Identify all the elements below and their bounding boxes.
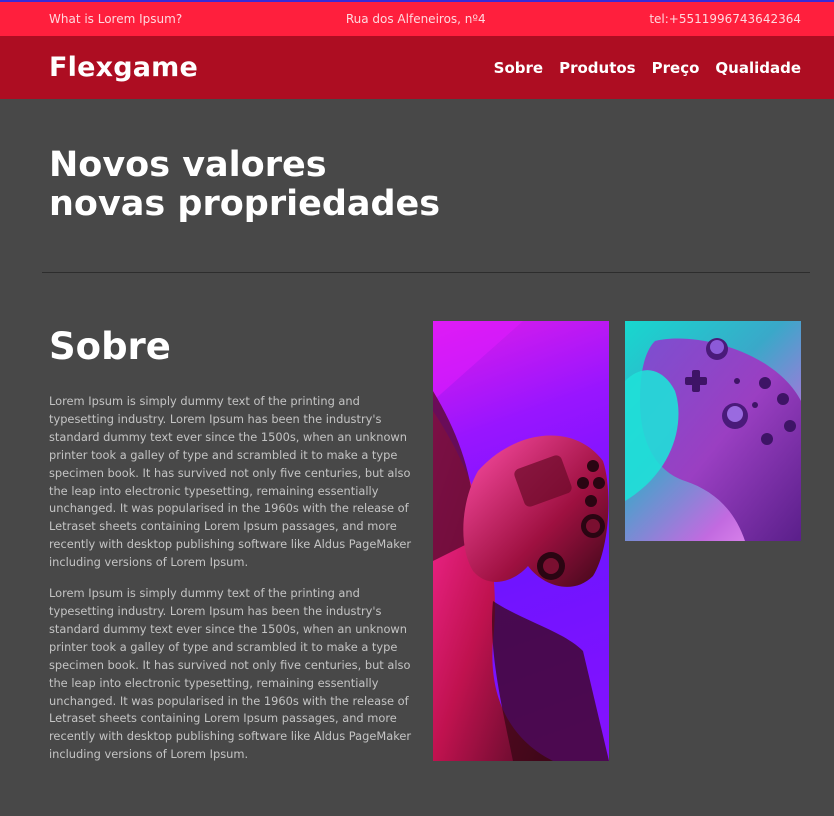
- nav-menu: Sobre Produtos Preço Qualidade: [494, 59, 801, 77]
- top-info-bar: What is Lorem Ipsum? Rua dos Alfeneiros,…: [0, 0, 834, 36]
- topbar-phone[interactable]: tel:+5511996743642364: [649, 12, 801, 26]
- about-title: Sobre: [49, 325, 171, 368]
- nav-link-sobre[interactable]: Sobre: [494, 59, 543, 77]
- topbar-question[interactable]: What is Lorem Ipsum?: [49, 12, 182, 26]
- hero-title: Novos valores novas propriedades: [49, 146, 469, 224]
- topbar-address: Rua dos Alfeneiros, nº4: [345, 12, 486, 26]
- nav-link-qualidade[interactable]: Qualidade: [715, 59, 801, 77]
- about-text: Lorem Ipsum is simply dummy text of the …: [49, 393, 415, 777]
- about-paragraph-1: Lorem Ipsum is simply dummy text of the …: [49, 394, 412, 570]
- main-navbar: Flexgame Sobre Produtos Preço Qualidade: [0, 36, 834, 99]
- brand-logo[interactable]: Flexgame: [49, 52, 198, 83]
- section-divider: [42, 272, 810, 273]
- gamepad-closeup-photo: [625, 321, 801, 541]
- hand-holding-gamepad-photo: [433, 321, 609, 761]
- about-paragraph-2: Lorem Ipsum is simply dummy text of the …: [49, 586, 412, 762]
- hero-line-2: novas propriedades: [49, 184, 441, 224]
- nav-link-produtos[interactable]: Produtos: [559, 59, 636, 77]
- hero-line-1: Novos valores: [49, 145, 327, 185]
- nav-link-preco[interactable]: Preço: [652, 59, 700, 77]
